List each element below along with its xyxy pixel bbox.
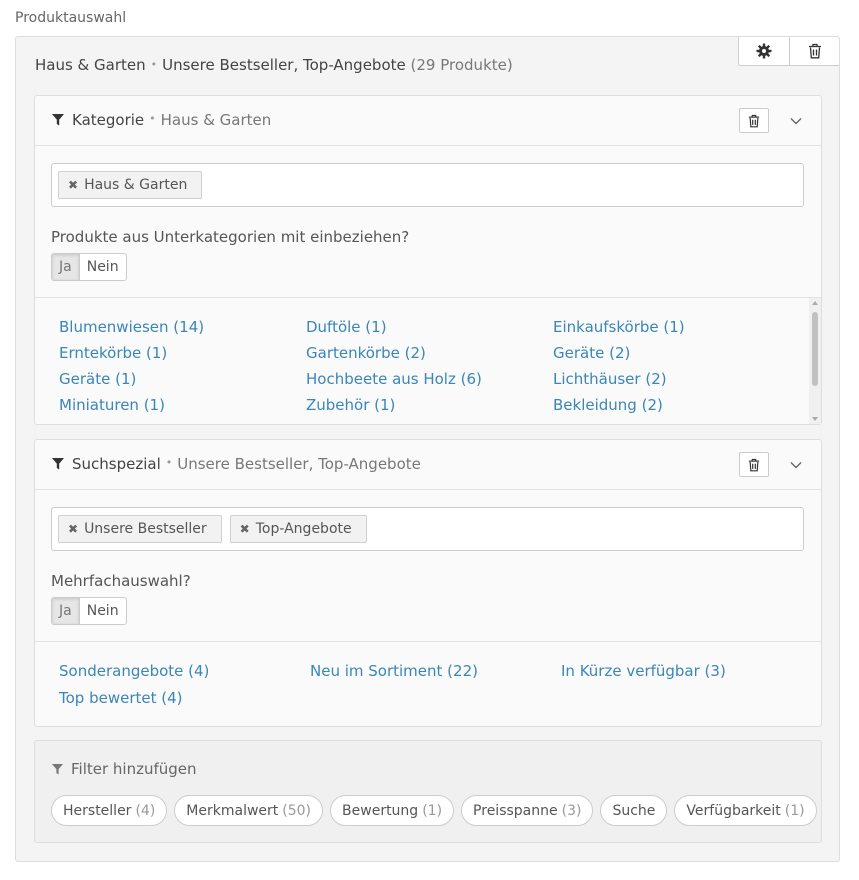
pill-label: Preisspanne [473,802,558,819]
toggle-no[interactable]: Nein [78,598,126,624]
summary-category: Haus & Garten [35,56,146,74]
category-collapse-toggle[interactable] [787,112,805,130]
toggle-no[interactable]: Nein [78,254,126,280]
category-tag-input[interactable]: ✖ Haus & Garten [51,163,804,207]
chevron-down-icon [790,462,802,469]
scroll-up-arrow[interactable] [812,301,818,305]
selection-summary: Haus & Garten • Unsere Bestseller, Top-Ang… [35,56,513,74]
filter-pill-hersteller[interactable]: Hersteller (4) [51,795,168,826]
chevron-down-icon [790,118,802,125]
special-label: Suchspezial [72,455,161,473]
divider [35,641,821,642]
special-tag: ✖ Top-Angebote [229,515,367,543]
pill-count: (50) [282,802,312,819]
divider [35,297,821,298]
category-label: Kategorie [72,111,145,129]
add-filter-label: Filter hinzufügen [71,760,197,778]
subcategory-scrollbar[interactable] [809,298,821,424]
pill-count: (1) [422,802,443,819]
subcategory-link[interactable]: Miniaturen (1) [59,396,306,415]
special-link[interactable]: Neu im Sortiment (22) [310,662,561,681]
remove-tag-icon[interactable]: ✖ [240,522,250,536]
scroll-thumb[interactable] [812,312,818,386]
header-actions [738,37,839,66]
add-filter-title: Filter hinzufügen [52,760,197,778]
gear-icon [756,43,772,59]
tag-label: Unsere Bestseller [84,521,207,537]
subcategory-link[interactable]: Bekleidung (2) [553,396,803,415]
separator-dot: • [150,58,158,71]
tag-label: Top-Angebote [255,521,352,537]
special-link[interactable]: In Kürze verfügbar (3) [561,662,811,681]
toggle-yes[interactable]: Ja [52,254,79,280]
special-panel-header: Suchspezial • Unsere Bestseller, Top-Angeb… [35,440,821,490]
multiselect-toggle[interactable]: Ja Nein [51,597,127,625]
special-collapse-toggle[interactable] [787,456,805,474]
multiselect-question: Mehrfachauswahl? [51,572,191,590]
pill-count: (3) [561,802,582,819]
category-delete-button[interactable] [739,108,769,133]
subcategory-toggle[interactable]: Ja Nein [51,253,127,281]
pill-count: (1) [784,802,805,819]
special-tag: ✖ Unsere Bestseller [58,515,222,543]
subcategory-link[interactable]: Zubehör (1) [306,396,553,415]
category-filter-panel: Kategorie • Haus & Garten ✖ Haus & Garten … [34,95,822,425]
summary-count: (29 Produkte) [410,56,513,74]
subcategory-link[interactable]: Duftöle (1) [306,318,553,337]
special-tag-input[interactable]: ✖ Unsere Bestseller ✖ Top-Angebote [51,507,804,551]
filter-pill-verfuegbarkeit[interactable]: Verfügbarkeit (1) [674,795,817,826]
filter-icon [52,114,64,126]
remove-tag-icon[interactable]: ✖ [68,522,78,536]
special-filter-panel: Suchspezial • Unsere Bestseller, Top-Angeb… [34,439,822,727]
product-selection-container: Haus & Garten • Unsere Bestseller, Top-Ang… [15,36,840,862]
tag-label: Haus & Garten [84,177,188,193]
special-link[interactable]: Sonderangebote (4) [59,662,310,681]
separator-dot: • [165,455,173,469]
filter-pill-preisspanne[interactable]: Preisspanne (3) [461,795,594,826]
subcategory-link[interactable]: Lichthäuser (2) [553,370,803,389]
pill-label: Hersteller [63,802,132,819]
delete-all-button[interactable] [789,37,839,65]
trash-icon [748,114,760,127]
pill-label: Suche [612,802,656,819]
category-tag: ✖ Haus & Garten [58,171,203,199]
special-panel-title: Suchspezial • Unsere Bestseller, Top-Angeb… [52,455,421,473]
special-delete-button[interactable] [739,452,769,477]
add-filter-panel: Filter hinzufügen Hersteller (4) Merkmalw… [34,740,822,843]
category-panel-title: Kategorie • Haus & Garten [52,111,271,129]
subcategory-list: Blumenwiesen (14) Duftöle (1) Einkaufskö… [59,318,803,415]
subcategory-link[interactable]: Geräte (2) [553,344,803,363]
trash-icon [808,43,821,59]
filter-icon [52,458,64,470]
subcategory-link[interactable]: Einkaufskörbe (1) [553,318,803,337]
subcategory-link[interactable]: Erntekörbe (1) [59,344,306,363]
summary-special: Unsere Bestseller, Top-Angebote [162,56,406,74]
pill-label: Verfügbarkeit [686,802,781,819]
subcategory-link[interactable]: Blumenwiesen (14) [59,318,306,337]
subcategory-link[interactable]: Gartenkörbe (2) [306,344,553,363]
subcategory-link[interactable]: Hochbeete aus Holz (6) [306,370,553,389]
filter-pill-list: Hersteller (4) Merkmalwert (50) Bewertung(… [51,795,824,826]
subcategory-link[interactable]: Geräte (1) [59,370,306,389]
filter-icon [52,763,63,775]
special-list: Sonderangebote (4) Neu im Sortiment (22)… [59,662,811,708]
settings-button[interactable] [739,37,789,65]
special-link[interactable]: Top bewertet (4) [59,689,310,708]
subcategory-question: Produkte aus Unterkategorien mit einbezi… [51,228,410,246]
filter-pill-suche[interactable]: Suche [600,795,668,826]
filter-pill-merkmalwert[interactable]: Merkmalwert (50) [174,795,324,826]
pill-label: Merkmalwert [186,802,279,819]
scroll-down-arrow[interactable] [812,417,818,421]
pill-count: (4) [135,802,156,819]
separator-dot: • [149,111,156,125]
category-panel-header: Kategorie • Haus & Garten [35,96,821,146]
toggle-yes[interactable]: Ja [52,598,79,624]
filter-pill-bewertung[interactable]: Bewertung (1) [330,795,455,826]
category-value: Haus & Garten [160,111,272,129]
special-value: Unsere Bestseller, Top-Angebote [177,455,421,473]
page-label: Produktauswahl [15,10,127,26]
trash-icon [748,458,760,471]
pill-label: Bewertung [342,802,419,819]
remove-tag-icon[interactable]: ✖ [68,178,78,192]
